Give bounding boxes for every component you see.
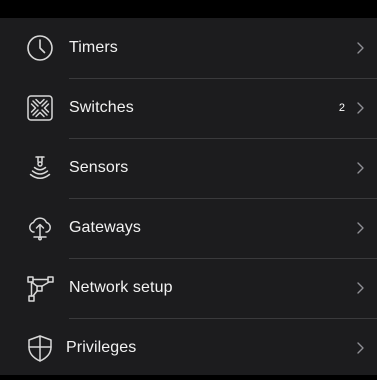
menu-item-network-setup[interactable]: Network setup: [0, 258, 377, 318]
clock-icon: [25, 33, 55, 63]
menu-item-gateways[interactable]: Gateways: [0, 198, 377, 258]
chevron-right-icon: [356, 221, 365, 235]
menu-item-timers[interactable]: Timers: [0, 18, 377, 78]
chevron-right-icon: [356, 41, 365, 55]
sensor-icon: [25, 153, 55, 183]
menu-item-label: Privileges: [66, 339, 137, 356]
settings-menu-list: Timers Switches 2 Sensors Gateways Netwo…: [0, 18, 377, 375]
menu-item-privileges[interactable]: Privileges: [0, 318, 377, 378]
top-bar: [0, 0, 377, 18]
menu-item-label: Timers: [69, 39, 118, 56]
chevron-right-icon: [356, 101, 365, 115]
chevron-right-icon: [356, 281, 365, 295]
chevron-right-icon: [356, 341, 365, 355]
shield-icon: [25, 333, 55, 363]
menu-item-label: Network setup: [69, 279, 173, 296]
bottom-bar: [0, 375, 377, 380]
gateway-icon: [25, 213, 55, 243]
switch-icon: [25, 93, 55, 123]
count-badge: 2: [338, 102, 345, 114]
menu-item-label: Gateways: [69, 219, 141, 236]
menu-item-switches[interactable]: Switches 2: [0, 78, 377, 138]
network-icon: [25, 273, 55, 303]
menu-item-label: Sensors: [69, 159, 129, 176]
menu-item-label: Switches: [69, 99, 134, 116]
menu-item-sensors[interactable]: Sensors: [0, 138, 377, 198]
chevron-right-icon: [356, 161, 365, 175]
